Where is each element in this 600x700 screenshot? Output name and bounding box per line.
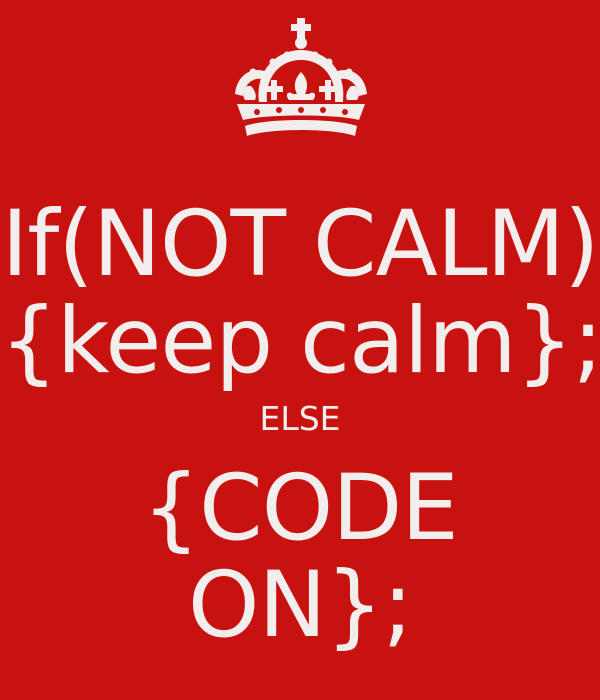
headline-line-1: If(NOT CALM): [1, 192, 599, 297]
headline-line-2: {keep calm};: [0, 289, 600, 394]
headline-line-4: {CODE: [142, 456, 459, 561]
keep-calm-poster: If(NOT CALM) {keep calm}; ELSE {CODE ON}…: [0, 0, 600, 700]
headline-line-3: ELSE: [259, 399, 341, 438]
crown-icon: [235, 18, 367, 136]
headline-line-5: ON};: [187, 553, 413, 658]
